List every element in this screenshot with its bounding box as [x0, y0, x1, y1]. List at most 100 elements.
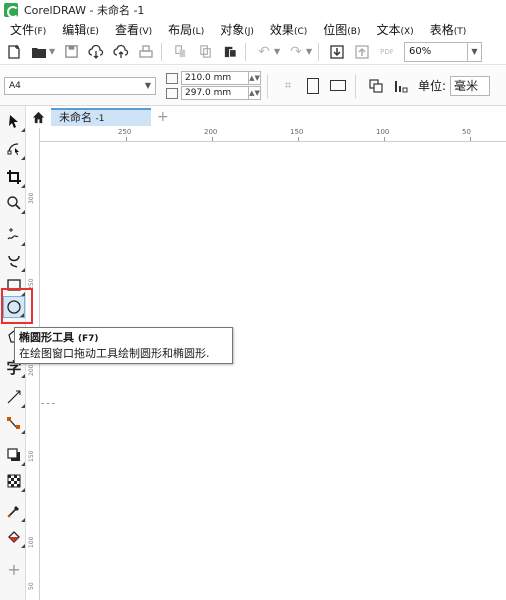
- coreldraw-logo-icon: [4, 3, 19, 18]
- add-tool-icon[interactable]: +: [3, 558, 25, 580]
- open-folder-icon[interactable]: [28, 41, 50, 63]
- ellipse-tool-highlight: [1, 288, 33, 324]
- propbar-divider: [355, 73, 356, 98]
- units-label: 单位:: [418, 79, 447, 93]
- height-spinner[interactable]: ▲▼: [249, 86, 261, 100]
- new-tab-icon[interactable]: +: [157, 109, 169, 125]
- home-icon[interactable]: [27, 106, 49, 128]
- tooltip-title: 椭圆形工具 (F7): [19, 331, 228, 346]
- tooltip-description: 在绘图窗口拖动工具绘制圆形和椭圆形.: [19, 347, 210, 360]
- export-icon[interactable]: [351, 41, 373, 63]
- menu-layout[interactable]: 布局(L): [158, 21, 210, 38]
- current-page-icon[interactable]: [390, 75, 412, 97]
- ruler-tick: [470, 137, 471, 141]
- undo-dropdown-icon[interactable]: ▼: [274, 47, 282, 56]
- zoom-dropdown-icon[interactable]: ▼: [468, 41, 482, 62]
- ellipse-tool-tooltip: 椭圆形工具 (F7) 在绘图窗口拖动工具绘制圆形和椭圆形.: [14, 327, 233, 364]
- ruler-tick: [126, 137, 127, 141]
- apply-to-all-pages-icon[interactable]: ⌗: [277, 75, 299, 97]
- menu-edit[interactable]: 编辑(E): [52, 21, 105, 38]
- new-document-icon[interactable]: [3, 41, 25, 63]
- export-pdf-icon[interactable]: PDF: [376, 41, 398, 63]
- menu-effects[interactable]: 效果(C): [260, 21, 313, 38]
- property-bar: A4 ▼ 210.0 mm ▲▼ 297.0 mm ▲▼ ⌗ 单位: 毫米: [0, 66, 506, 106]
- paste-icon[interactable]: [219, 41, 241, 63]
- menu-view[interactable]: 查看(V): [105, 21, 158, 38]
- landscape-orientation-button[interactable]: [327, 75, 349, 97]
- all-pages-icon[interactable]: [365, 75, 387, 97]
- menu-file[interactable]: 文件(F): [0, 21, 52, 38]
- propbar-divider: [267, 73, 268, 98]
- open-dropdown-icon[interactable]: ▼: [49, 47, 57, 56]
- document-tab-label: 未命名: [59, 111, 92, 124]
- page-size-select[interactable]: A4 ▼: [4, 76, 156, 95]
- units-select[interactable]: 毫米: [450, 75, 491, 96]
- h-ruler-label: 100: [376, 128, 390, 136]
- document-tab[interactable]: 未命名 -1: [51, 108, 151, 126]
- interactive-fill-tool-icon[interactable]: [3, 526, 25, 548]
- landscape-icon: [330, 80, 346, 91]
- shape-tool-icon[interactable]: [3, 138, 25, 160]
- v-ruler-label: 150: [28, 450, 35, 462]
- h-ruler-label: 250: [118, 128, 132, 136]
- page-size-value: A4: [9, 80, 21, 91]
- h-ruler-label: 50: [462, 128, 471, 136]
- zoom-tool-icon[interactable]: [3, 192, 25, 214]
- h-ruler-label: 150: [290, 128, 304, 136]
- ruler-tick: [212, 137, 213, 141]
- v-ruler-label: 100: [28, 536, 35, 548]
- page-width-icon: [166, 72, 178, 84]
- connector-tool-icon[interactable]: [3, 412, 25, 434]
- tooltip-title-text: 椭圆形工具: [19, 331, 74, 344]
- h-ruler-label: 200: [204, 128, 218, 136]
- redo-dropdown-icon[interactable]: ▼: [306, 47, 314, 56]
- cloud-upload-icon[interactable]: [110, 41, 132, 63]
- page-width-input[interactable]: 210.0 mm: [181, 71, 249, 85]
- drawing-canvas[interactable]: [41, 143, 506, 600]
- cut-icon[interactable]: [169, 41, 191, 63]
- vertical-ruler[interactable]: 300 250 200 150 100 50: [27, 128, 40, 600]
- portrait-orientation-button[interactable]: [302, 75, 324, 97]
- menu-table[interactable]: 表格(T): [420, 21, 473, 38]
- tooltip-shortcut: (F7): [77, 334, 99, 344]
- page-border-guide: [41, 403, 55, 404]
- transparency-tool-icon[interactable]: [3, 470, 25, 492]
- page-height-input[interactable]: 297.0 mm: [181, 86, 249, 100]
- print-icon[interactable]: [135, 41, 157, 63]
- chevron-down-icon: ▼: [144, 80, 151, 90]
- width-spinner[interactable]: ▲▼: [249, 71, 261, 85]
- portrait-icon: [307, 77, 319, 94]
- toolbar-divider: [318, 42, 319, 61]
- undo-icon[interactable]: ↶: [253, 41, 275, 63]
- menu-text[interactable]: 文本(X): [366, 21, 419, 38]
- v-ruler-label: 200: [28, 364, 35, 376]
- title-bar: CorelDRAW - 未命名 -1: [0, 0, 506, 20]
- window-title: CorelDRAW - 未命名 -1: [24, 4, 145, 17]
- copy-icon[interactable]: [194, 41, 216, 63]
- toolbar-divider: [161, 42, 162, 61]
- artistic-media-tool-icon[interactable]: [3, 250, 25, 272]
- parallel-dimension-tool-icon[interactable]: [3, 386, 25, 408]
- horizontal-ruler[interactable]: 250 200 150 100 50: [40, 128, 506, 142]
- eyedropper-tool-icon[interactable]: [3, 500, 25, 522]
- freehand-tool-icon[interactable]: [3, 224, 25, 246]
- menu-object[interactable]: 对象(J): [210, 21, 260, 38]
- standard-toolbar: ▼ ↶ ▼ ↷ ▼ PDF 60% ▼: [0, 39, 506, 65]
- redo-icon[interactable]: ↷: [285, 41, 307, 63]
- save-icon[interactable]: [60, 41, 82, 63]
- document-tab-strip: 未命名 -1 +: [27, 106, 506, 128]
- menu-bar: 文件(F) 编辑(E) 查看(V) 布局(L) 对象(J) 效果(C) 位图(B…: [0, 20, 506, 39]
- crop-tool-icon[interactable]: [3, 166, 25, 188]
- drop-shadow-tool-icon[interactable]: [3, 444, 25, 466]
- pick-tool-icon[interactable]: [3, 110, 25, 132]
- ruler-tick: [298, 137, 299, 141]
- cloud-download-icon[interactable]: [85, 41, 107, 63]
- toolbar-divider: [245, 42, 246, 61]
- v-ruler-label: 300: [28, 192, 35, 204]
- v-ruler-label: 50: [28, 582, 35, 590]
- import-icon[interactable]: [326, 41, 348, 63]
- page-dimensions: 210.0 mm ▲▼ 297.0 mm ▲▼: [166, 71, 261, 100]
- ruler-tick: [384, 137, 385, 141]
- menu-bitmaps[interactable]: 位图(B): [313, 21, 366, 38]
- zoom-level-input[interactable]: 60%: [404, 41, 468, 62]
